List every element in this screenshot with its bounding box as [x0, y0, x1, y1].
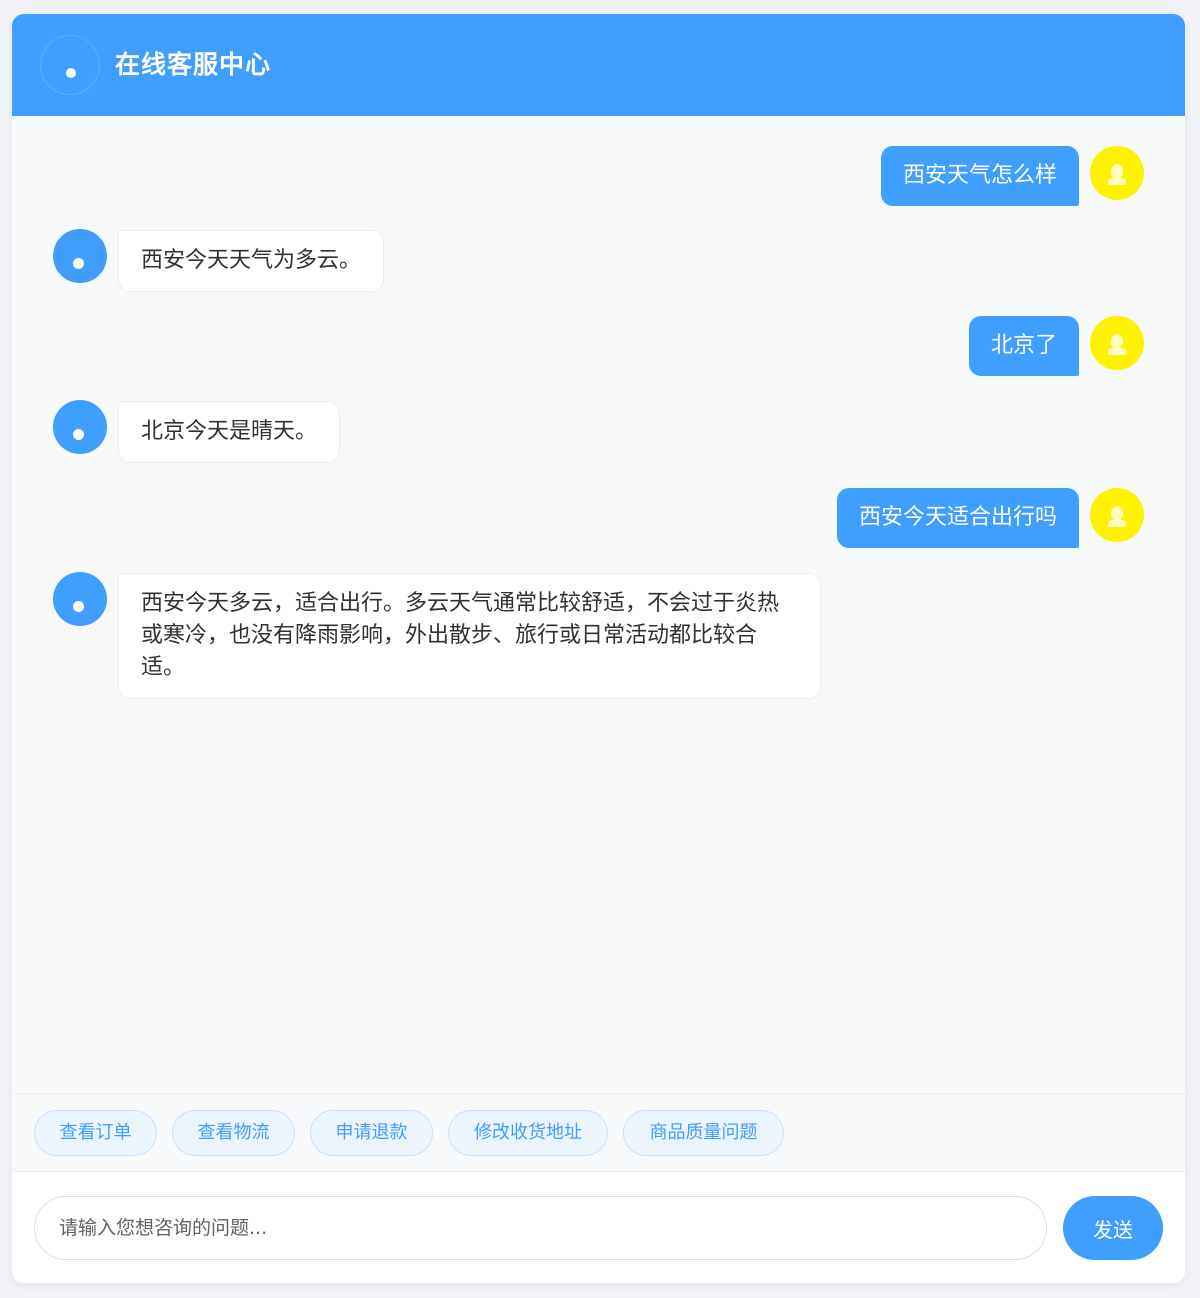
page-title: 在线客服中心: [115, 50, 272, 79]
quick-action-change-address[interactable]: 修改收货地址: [448, 1110, 608, 1156]
send-button[interactable]: 发送: [1063, 1196, 1163, 1260]
bot-message: 北京今天是晴天。: [118, 401, 341, 463]
bot-avatar-icon: [40, 35, 100, 95]
user-avatar-icon: [1090, 146, 1144, 200]
bot-message: 西安今天多云，适合出行。多云天气通常比较舒适，不会过于炎热或寒冷，也没有降雨影响…: [118, 573, 821, 699]
quick-action-quality-issue[interactable]: 商品质量问题: [623, 1110, 784, 1156]
bot-avatar-icon: [53, 400, 107, 454]
chat-window: 在线客服中心 西安天气怎么样 西安今天天气为多云。 北京了 北京今天是晴天。 西…: [12, 14, 1185, 1283]
user-avatar-icon: [1090, 316, 1144, 370]
message-list: 西安天气怎么样 西安今天天气为多云。 北京了 北京今天是晴天。 西安今天适合出行…: [12, 116, 1185, 1093]
quick-action-view-order[interactable]: 查看订单: [34, 1110, 157, 1156]
chat-header: 在线客服中心: [12, 14, 1185, 116]
bot-avatar-icon: [53, 229, 107, 283]
message-input[interactable]: [34, 1196, 1047, 1260]
quick-action-view-logistics[interactable]: 查看物流: [172, 1110, 295, 1156]
quick-actions-bar: 查看订单 查看物流 申请退款 修改收货地址 商品质量问题: [12, 1093, 1185, 1171]
input-bar: 发送: [12, 1171, 1185, 1283]
bot-avatar-icon: [53, 572, 107, 626]
user-message: 西安天气怎么样: [880, 146, 1079, 206]
user-message: 西安今天适合出行吗: [836, 488, 1079, 548]
user-message: 北京了: [968, 316, 1079, 376]
quick-action-request-refund[interactable]: 申请退款: [310, 1110, 433, 1156]
bot-message: 西安今天天气为多云。: [118, 230, 385, 292]
user-avatar-icon: [1090, 488, 1144, 542]
